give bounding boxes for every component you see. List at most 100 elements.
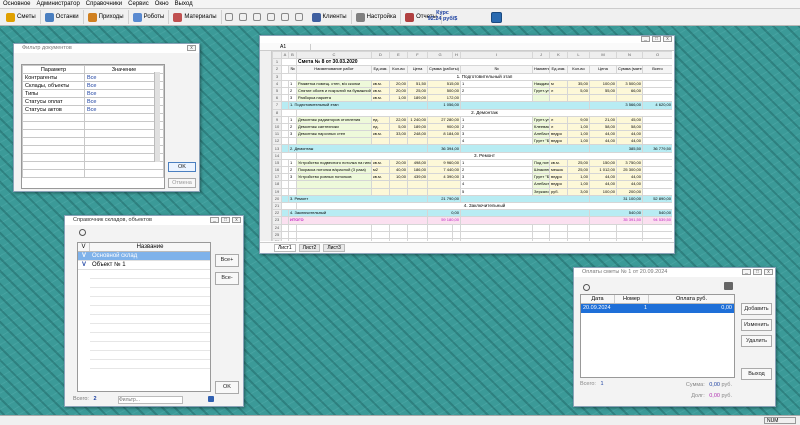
sheet-cell[interactable] <box>427 137 461 146</box>
sheet-cell[interactable] <box>567 223 590 232</box>
refresh-icon[interactable] <box>79 229 86 236</box>
sheet-row[interactable]: 23 ИТОГО 59 180,00 35 391,50 94 539,50 <box>272 216 672 225</box>
sheet-cell[interactable]: Разметка помещ. стен, в/з сколки <box>296 79 372 88</box>
sheet-cell[interactable] <box>427 230 453 239</box>
print-icon[interactable] <box>724 282 733 290</box>
section-total-sum[interactable]: 52 890,00 <box>642 194 672 203</box>
paste-icon[interactable] <box>252 13 261 21</box>
column-letter[interactable]: G <box>427 51 453 60</box>
sheet-cell[interactable] <box>281 72 297 81</box>
sheet-cell[interactable]: 1 <box>460 79 533 88</box>
column-header[interactable]: Цена <box>407 65 428 74</box>
sheet-cell[interactable]: Демонтаж сантехники <box>296 122 372 132</box>
settings-icon[interactable] <box>208 396 214 402</box>
sheet-row[interactable]: 3 1. Подготовительный этап <box>272 72 672 81</box>
sheet-cell[interactable] <box>616 94 643 103</box>
sheet-cell[interactable] <box>281 158 289 168</box>
column-header[interactable]: Сумма (материалы) <box>616 65 643 74</box>
sheet-cell[interactable] <box>281 165 289 175</box>
sheet-cell[interactable] <box>296 230 372 239</box>
sheet-cell[interactable]: 25,00 <box>567 158 590 168</box>
column-header[interactable]: № <box>288 65 297 74</box>
column-letter[interactable]: O <box>642 51 672 60</box>
menu-item-3[interactable]: Сервис <box>128 1 149 7</box>
sheet-cell[interactable]: 9 960,00 <box>427 158 461 168</box>
edit-button[interactable]: Изменить <box>741 319 772 331</box>
sheet-cell[interactable] <box>642 237 672 241</box>
sheet-cell[interactable]: 200,00 <box>616 187 643 196</box>
sheet-cell[interactable] <box>407 237 428 241</box>
sheet-cell[interactable]: Алебастр 40 кг <box>532 180 550 189</box>
sheet-cell[interactable] <box>642 130 672 139</box>
sheet-cell[interactable] <box>296 237 372 241</box>
sheet-cell[interactable]: 1,00 <box>567 180 590 189</box>
sheet-cell[interactable]: 4 <box>460 180 533 189</box>
sheet-tab[interactable]: Лист3 <box>323 244 345 252</box>
sheet-cell[interactable] <box>371 137 390 146</box>
section-total-works[interactable]: 21 790,00 <box>427 194 461 203</box>
section-title[interactable]: 2. Демонтаж <box>296 108 672 117</box>
sheet-cell[interactable] <box>427 237 453 241</box>
sheet-cell[interactable]: 3 <box>288 130 297 139</box>
sheet-cell[interactable] <box>281 58 297 67</box>
table-row[interactable]: 20.09.2024 1 0,00 <box>581 304 734 313</box>
sheet-cell[interactable]: 1,00 <box>567 173 590 182</box>
sheet-cell[interactable]: 186,00 <box>407 165 428 175</box>
sheet-cell[interactable] <box>371 180 390 189</box>
maximize-button[interactable]: □ <box>652 36 661 42</box>
column-header[interactable]: Ед.изм. <box>549 65 568 74</box>
toolbar-button-2[interactable]: Приходы <box>84 10 129 24</box>
sheet-cell[interactable]: 248,00 <box>407 130 428 139</box>
sheet-cell[interactable] <box>642 122 672 132</box>
column-letter[interactable]: H <box>452 51 461 60</box>
menu-item-4[interactable]: Окно <box>155 1 169 7</box>
maximize-button[interactable]: □ <box>221 217 230 223</box>
sheet-cell[interactable]: 2 <box>460 165 533 175</box>
filter-row[interactable]: Склады, объекты Все <box>22 81 164 90</box>
sheet-cell[interactable] <box>281 194 289 203</box>
column-header[interactable]: № <box>460 65 533 74</box>
maximize-button[interactable]: □ <box>753 269 762 275</box>
formula-bar[interactable] <box>310 43 674 50</box>
sheet-cell[interactable] <box>407 223 428 232</box>
sheet-row[interactable]: 22 4. Заключительный 0,00 540,00 540,00 <box>272 209 672 218</box>
column-letter[interactable]: N <box>616 51 643 60</box>
toolbar-button-6[interactable]: Настройка <box>352 10 402 24</box>
sheet-cell[interactable] <box>389 223 408 232</box>
sheet-cell[interactable] <box>452 237 461 241</box>
sheet-cell[interactable]: 2 <box>288 122 297 132</box>
sheet-row[interactable]: 184Алебастр 40 кгведро1,0044,0044,00 <box>272 180 672 189</box>
sheet-cell[interactable]: Грунт "Бетон-контакт" 5 кг <box>532 137 550 146</box>
sheet-cell[interactable]: 8 184,00 <box>427 130 461 139</box>
sheet-row[interactable]: 25 <box>272 230 672 239</box>
sheet-cell[interactable]: 498,00 <box>407 158 428 168</box>
sheet-tab[interactable]: Лист1 <box>274 244 296 252</box>
sheet-cell[interactable] <box>616 223 643 232</box>
section-total-materials[interactable]: 540,00 <box>589 209 643 218</box>
sheet-cell[interactable]: 1,00 <box>389 94 408 103</box>
sheet-cell[interactable]: 44,00 <box>589 137 617 146</box>
sheet-cell[interactable]: Устройство подвесного потолка на гипс. <box>296 158 372 168</box>
sheet-cell[interactable] <box>371 230 390 239</box>
toolbar-button-3[interactable]: Роботы <box>129 10 170 24</box>
sheet-cell[interactable]: 189,00 <box>407 94 428 103</box>
sheet-row[interactable]: 16 2 Покраска потолка в/красной (3 раза) м2… <box>272 165 672 175</box>
sheet-cell[interactable] <box>407 180 428 189</box>
sheet-row[interactable]: 1 Смета № 8 от 30.03.2020 <box>272 58 672 67</box>
close-button[interactable]: x <box>764 269 773 275</box>
sheet-cell[interactable] <box>642 79 672 88</box>
ok-button[interactable]: OK <box>168 162 196 172</box>
sheet-cell[interactable] <box>281 209 289 218</box>
grand-total-sum[interactable]: 94 539,50 <box>642 216 672 225</box>
sheet-cell[interactable] <box>281 151 297 160</box>
filter-row[interactable]: Контрагенты Все <box>22 73 164 82</box>
sheet-cell[interactable]: 20,00 <box>389 86 408 96</box>
refresh-icon[interactable] <box>583 284 590 291</box>
sheet-cell[interactable]: 10,00 <box>389 173 408 182</box>
sheet-cell[interactable] <box>281 94 289 103</box>
sheet-cell[interactable]: 25 300,00 <box>616 165 643 175</box>
exit-button[interactable]: Выход <box>741 368 772 380</box>
sheet-cell[interactable] <box>389 137 408 146</box>
param-value[interactable]: Все <box>84 81 164 90</box>
sheet-cell[interactable]: 439,00 <box>407 173 428 182</box>
